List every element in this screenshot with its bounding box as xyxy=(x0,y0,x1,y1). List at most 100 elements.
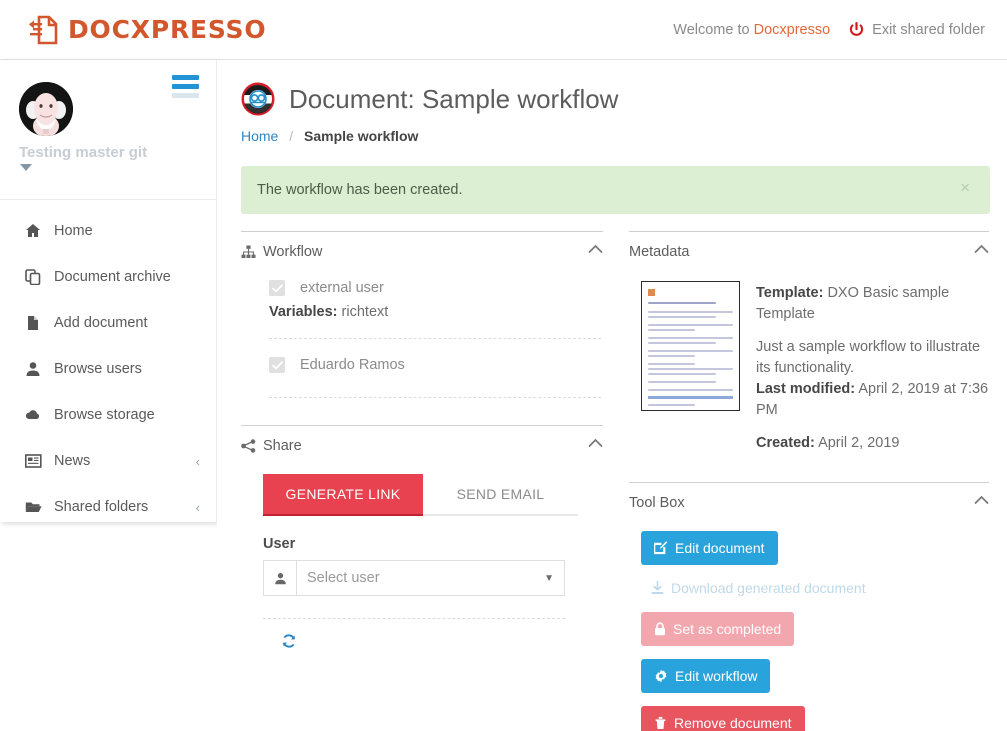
brand-logo[interactable]: DOCXPRESSO xyxy=(28,14,266,46)
divider xyxy=(269,338,601,339)
sidebar-item-browse-users[interactable]: Browse users xyxy=(0,346,216,392)
workflow-variables-label: Variables: xyxy=(269,304,338,320)
download-generated-document-link[interactable]: Download generated document xyxy=(651,580,866,596)
sidebar-user-name: Testing master git xyxy=(19,144,148,161)
refresh-icon[interactable] xyxy=(281,633,297,649)
share-panel: Share GENERATE LINK SEND EMAIL User Sele… xyxy=(241,425,603,654)
alert-message: The workflow has been created. xyxy=(257,182,463,198)
metadata-last-modified-label: Last modified: xyxy=(756,381,856,398)
divider xyxy=(263,618,565,619)
set-as-completed-button[interactable]: Set as completed xyxy=(641,612,795,647)
content-columns: Workflow external user Variables: richte… xyxy=(217,231,1007,731)
edit-workflow-label: Edit workflow xyxy=(675,668,758,685)
divider xyxy=(269,397,601,398)
page-header: Document: Sample workflow xyxy=(217,60,1007,116)
newspaper-icon xyxy=(22,454,44,468)
edit-workflow-button[interactable]: Edit workflow xyxy=(641,659,771,694)
success-alert: The workflow has been created. × xyxy=(241,166,990,214)
trash-icon xyxy=(654,716,667,730)
chevron-up-icon[interactable] xyxy=(588,242,603,258)
workflow-body: external user Variables: richtext Eduard… xyxy=(241,264,603,398)
metadata-panel-header: Metadata xyxy=(629,244,989,264)
metadata-panel-title: Metadata xyxy=(629,244,690,260)
folder-open-icon xyxy=(22,500,44,514)
metadata-text: Template: DXO Basic sample Template Just… xyxy=(756,281,989,454)
sidebar-item-home[interactable]: Home xyxy=(0,208,216,254)
document-thumbnail[interactable] xyxy=(641,281,740,411)
top-header: DOCXPRESSO Welcome to Docxpresso Exit sh… xyxy=(0,0,1007,60)
left-column: Workflow external user Variables: richte… xyxy=(241,231,603,731)
chevron-down-icon[interactable] xyxy=(20,164,32,171)
user-select-value: Select user xyxy=(307,570,380,586)
sidebar: Testing master git Home Document archive xyxy=(0,60,217,522)
sidebar-item-document-archive[interactable]: Document archive xyxy=(0,254,216,300)
toolbox-panel: Tool Box Edit document Download generate… xyxy=(629,482,989,731)
metadata-panel: Metadata Template: DXO Basic sample Temp… xyxy=(629,231,989,454)
main-content: Document: Sample workflow Home / Sample … xyxy=(217,60,1007,731)
sidebar-item-label: Browse users xyxy=(54,361,142,377)
metadata-description: Just a sample workflow to illustrate its… xyxy=(756,339,981,377)
tab-send-email[interactable]: SEND EMAIL xyxy=(423,474,578,514)
share-tabs: GENERATE LINK SEND EMAIL xyxy=(263,474,578,516)
close-icon[interactable]: × xyxy=(954,178,976,197)
brand-text: DOCXPRESSO xyxy=(68,15,267,44)
checkbox-checked-icon[interactable] xyxy=(269,280,285,296)
chevron-up-icon[interactable] xyxy=(974,493,989,509)
consulting-lab-logo-icon xyxy=(241,82,275,116)
download-generated-document-label: Download generated document xyxy=(671,580,866,597)
breadcrumb-separator: / xyxy=(289,128,294,144)
gear-icon xyxy=(654,669,668,683)
workflow-panel-header: Workflow xyxy=(241,244,603,264)
breadcrumb-current: Sample workflow xyxy=(304,128,419,144)
toolbox-panel-header: Tool Box xyxy=(629,495,989,515)
breadcrumb-home-link[interactable]: Home xyxy=(241,128,278,144)
download-icon xyxy=(651,581,664,595)
sidebar-item-label: Browse storage xyxy=(54,407,155,423)
chevron-up-icon[interactable] xyxy=(588,436,603,452)
workflow-row: external user xyxy=(243,274,601,302)
avatar[interactable] xyxy=(19,82,73,136)
workflow-variables: Variables: richtext xyxy=(243,302,601,324)
hamburger-icon[interactable] xyxy=(172,75,199,102)
cloud-icon xyxy=(22,407,44,423)
sidebar-item-news[interactable]: News ‹ xyxy=(0,438,216,484)
metadata-body: Template: DXO Basic sample Template Just… xyxy=(629,264,989,454)
checkbox-checked-icon[interactable] xyxy=(269,357,285,373)
metadata-created-label: Created: xyxy=(756,435,815,452)
sidebar-item-browse-storage[interactable]: Browse storage xyxy=(0,392,216,438)
sidebar-item-label: Home xyxy=(54,223,93,239)
share-panel-title: Share xyxy=(263,438,302,454)
metadata-template-label: Template: xyxy=(756,285,824,301)
welcome-text: Welcome to Docxpresso xyxy=(673,21,831,38)
remove-document-label: Remove document xyxy=(674,715,792,731)
user-select-group[interactable]: Select user ▼ xyxy=(263,560,565,596)
user-select[interactable]: Select user ▼ xyxy=(297,560,565,596)
lock-icon xyxy=(654,622,666,636)
sidebar-item-add-document[interactable]: Add document xyxy=(0,300,216,346)
remove-document-button[interactable]: Remove document xyxy=(641,706,805,731)
sitemap-icon xyxy=(241,245,256,259)
exit-shared-folder-link[interactable]: Exit shared folder xyxy=(848,21,985,38)
workflow-row-label: external user xyxy=(300,280,384,296)
header-right: Welcome to Docxpresso Exit shared folder xyxy=(673,21,985,38)
sidebar-item-label: Document archive xyxy=(54,269,171,285)
edit-icon xyxy=(654,541,668,555)
sidebar-item-label: Shared folders xyxy=(54,499,149,515)
workflow-row: Eduardo Ramos xyxy=(243,351,601,379)
sidebar-item-shared-folders[interactable]: Shared folders ‹ xyxy=(0,484,216,530)
workflow-row-label: Eduardo Ramos xyxy=(300,357,405,373)
set-as-completed-label: Set as completed xyxy=(673,621,782,638)
welcome-brand-name: Docxpresso xyxy=(753,21,831,38)
sidebar-nav: Home Document archive Add document Brows… xyxy=(0,200,216,530)
right-column: Metadata Template: DXO Basic sample Temp… xyxy=(629,231,989,731)
share-panel-header: Share xyxy=(241,438,603,458)
edit-document-button[interactable]: Edit document xyxy=(641,531,778,566)
workflow-panel-title: Workflow xyxy=(263,244,323,260)
chevron-up-icon[interactable] xyxy=(974,242,989,258)
breadcrumb: Home / Sample workflow xyxy=(241,128,1007,144)
power-icon xyxy=(848,21,865,38)
exit-shared-folder-label: Exit shared folder xyxy=(872,21,985,38)
home-icon xyxy=(22,223,44,239)
user-icon xyxy=(22,361,44,377)
tab-generate-link[interactable]: GENERATE LINK xyxy=(263,474,423,516)
